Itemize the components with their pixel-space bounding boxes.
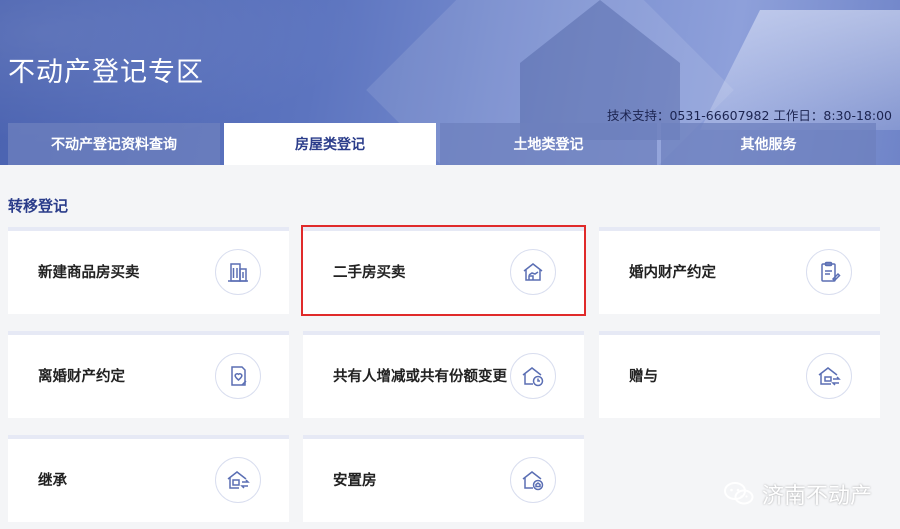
tab-other-services[interactable]: 其他服务 (661, 123, 876, 165)
card-label: 婚内财产约定 (629, 265, 716, 281)
card-new-commercial-house[interactable]: 新建商品房买卖 (8, 227, 289, 314)
tab-house-registration[interactable]: 房屋类登记 (224, 123, 436, 165)
document-heart-icon (215, 353, 261, 399)
wechat-icon (723, 482, 754, 505)
card-inheritance[interactable]: 继承 (8, 435, 289, 522)
clipboard-sign-icon (806, 249, 852, 295)
card-label: 共有人增减或共有份额变更 (333, 369, 507, 385)
card-label: 继承 (38, 473, 67, 489)
card-resettlement-house[interactable]: 安置房 (303, 435, 584, 522)
tab-data-query[interactable]: 不动产登记资料查询 (8, 123, 220, 165)
house-clock-icon (510, 353, 556, 399)
card-label: 新建商品房买卖 (38, 265, 140, 281)
support-info: 技术支持：0531-66607982 工作日：8:30-18:00 (606, 108, 892, 123)
card-co-owner-change[interactable]: 共有人增减或共有份额变更 (303, 331, 584, 418)
watermark-text: 济南不动产 (761, 484, 872, 509)
card-label: 安置房 (333, 473, 377, 489)
house-home-icon (510, 457, 556, 503)
house-hand-icon (510, 249, 556, 295)
card-second-hand-house[interactable]: 二手房买卖 (301, 225, 586, 316)
card-label: 离婚财产约定 (38, 369, 125, 385)
card-marital-property-agreement[interactable]: 婚内财产约定 (599, 227, 880, 314)
house-transfer-icon (806, 353, 852, 399)
building-icon (215, 249, 261, 295)
card-label: 二手房买卖 (333, 265, 406, 281)
section-title: 转移登记 (8, 197, 69, 215)
house-inherit-icon (215, 457, 261, 503)
tab-bar: 不动产登记资料查询 房屋类登记 土地类登记 其他服务 (8, 123, 892, 165)
watermark: 济南不动产 (723, 478, 872, 510)
card-gift[interactable]: 赠与 (599, 331, 880, 418)
tab-land-registration[interactable]: 土地类登记 (440, 123, 657, 165)
card-divorce-property-agreement[interactable]: 离婚财产约定 (8, 331, 289, 418)
card-label: 赠与 (629, 369, 658, 385)
page-title: 不动产登记专区 (8, 57, 204, 88)
